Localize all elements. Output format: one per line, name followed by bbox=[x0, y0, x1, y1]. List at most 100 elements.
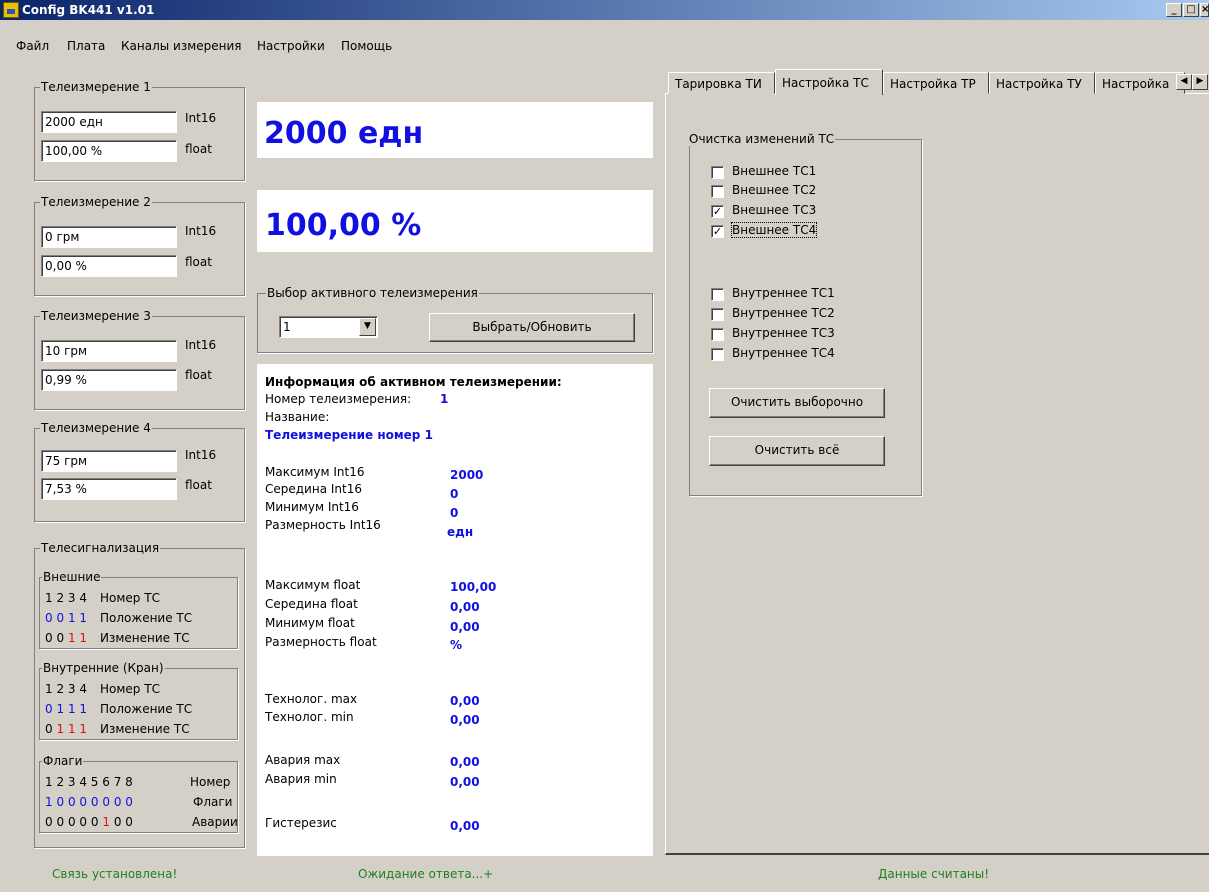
info-panel: Информация об активном телеизмерении: Но… bbox=[257, 364, 653, 856]
ext-ts2-checkbox[interactable] bbox=[711, 185, 724, 198]
select-group: Выбор активного телеизмерения 1 ▼ Выбрат… bbox=[257, 286, 653, 353]
tab-scroll-left-icon[interactable]: ◀ bbox=[1176, 74, 1192, 90]
status-data-read: Данные считаны! bbox=[878, 867, 990, 881]
clear-group-title: Очистка изменений ТС bbox=[688, 132, 836, 146]
tab-nastroyka-tr[interactable]: Настройка ТР bbox=[883, 72, 989, 94]
int-ts1-label: Внутреннее ТС1 bbox=[732, 286, 835, 300]
ext-ts1-label: Внешнее ТС1 bbox=[732, 164, 817, 178]
tm1-int-field[interactable]: 2000 едн bbox=[41, 111, 177, 133]
info-header: Информация об активном телеизмерении: bbox=[265, 375, 562, 389]
info-row-value: 0 bbox=[450, 487, 459, 501]
menu-help[interactable]: Помощь bbox=[341, 39, 392, 53]
status-waiting: Ожидание ответа...+ bbox=[358, 867, 494, 881]
info-row-label: Технолог. max bbox=[265, 692, 358, 706]
ext-ts1-checkbox[interactable] bbox=[711, 166, 724, 179]
info-number: 1 bbox=[440, 392, 449, 406]
info-row-value: 0,00 bbox=[450, 775, 480, 789]
ts-ext-pos-label: Положение ТС bbox=[100, 611, 193, 625]
clear-selective-button[interactable]: Очистить выборочно bbox=[709, 388, 885, 418]
int-ts4-label: Внутреннее ТС4 bbox=[732, 346, 835, 360]
chevron-down-icon[interactable]: ▼ bbox=[359, 318, 376, 336]
ts-ext-num-label: Номер ТС bbox=[100, 591, 160, 605]
flags-label: Флаги bbox=[193, 795, 233, 809]
tab-nastroyka-ts[interactable]: Настройка ТС bbox=[775, 69, 883, 95]
ext-ts2-label: Внешнее ТС2 bbox=[732, 183, 817, 197]
ext-ts4-checkbox[interactable]: ✓ bbox=[711, 225, 724, 238]
int-ts3-label: Внутреннее ТС3 bbox=[732, 326, 835, 340]
int16-label: Int16 bbox=[185, 448, 217, 462]
ts-int-num-label: Номер ТС bbox=[100, 682, 160, 696]
tab-tarirovka-ti[interactable]: Тарировка ТИ bbox=[668, 72, 775, 94]
info-row-value: % bbox=[450, 638, 463, 652]
info-row-label: Середина float bbox=[265, 597, 358, 611]
close-button[interactable]: × bbox=[1200, 3, 1209, 17]
window-title: Config BK441 v1.01 bbox=[22, 3, 155, 17]
tm1-float-field[interactable]: 100,00 % bbox=[41, 140, 177, 162]
ext-ts4-label: Внешнее ТС4 bbox=[730, 222, 818, 238]
tm4-float-field[interactable]: 7,53 % bbox=[41, 478, 177, 500]
menu-file[interactable]: Файл bbox=[16, 39, 49, 53]
ts-ext-chg-label: Изменение ТС bbox=[100, 631, 190, 645]
alarm-values: 0 0 0 0 0 1 0 0 bbox=[45, 815, 133, 829]
info-row-label: Авария max bbox=[265, 753, 341, 767]
tab-nastroyka-more[interactable]: Настройка bbox=[1095, 72, 1185, 94]
ts-ext-group: Внешние 1 2 3 4 Номер ТС 0 0 1 1 Положен… bbox=[39, 570, 238, 649]
flags-num-label: Номер bbox=[190, 775, 231, 789]
ts-int-chg-values: 0 1 1 1 bbox=[45, 722, 88, 736]
int16-label: Int16 bbox=[185, 224, 217, 238]
info-row-value: 100,00 bbox=[450, 580, 497, 594]
info-row-label: Середина Int16 bbox=[265, 482, 362, 496]
info-row-label: Технолог. min bbox=[265, 710, 354, 724]
big-float-display: 100,00 % bbox=[257, 190, 653, 252]
int-ts4-checkbox[interactable] bbox=[711, 348, 724, 361]
tm2-float-field[interactable]: 0,00 % bbox=[41, 255, 177, 277]
int-ts1-checkbox[interactable] bbox=[711, 288, 724, 301]
info-number-label: Номер телеизмерения: bbox=[265, 392, 412, 406]
tm3-int-field[interactable]: 10 грм bbox=[41, 340, 177, 362]
float-label: float bbox=[185, 368, 212, 382]
tm-group-title: Телеизмерение 1 bbox=[40, 80, 152, 94]
tm3-float-field[interactable]: 0,99 % bbox=[41, 369, 177, 391]
ts-flags-group: Флаги 1 2 3 4 5 6 7 8 Номер 1 0 0 0 0 0 … bbox=[39, 754, 238, 833]
int-ts2-label: Внутреннее ТС2 bbox=[732, 306, 835, 320]
info-name: Телеизмерение номер 1 bbox=[265, 428, 433, 442]
ts-int-pos-label: Положение ТС bbox=[100, 702, 193, 716]
menu-channels[interactable]: Каналы измерения bbox=[121, 39, 242, 53]
menu-settings[interactable]: Настройки bbox=[257, 39, 325, 53]
maximize-button[interactable]: □ bbox=[1183, 3, 1199, 17]
info-row-value: 0 bbox=[450, 506, 459, 520]
tm-group-2: Телеизмерение 2 0 грм Int16 0,00 % float bbox=[34, 195, 245, 296]
ts-ext-nums: 1 2 3 4 bbox=[45, 591, 87, 605]
int-ts3-checkbox[interactable] bbox=[711, 328, 724, 341]
tab-scroll-right-icon[interactable]: ▶ bbox=[1192, 74, 1208, 90]
ts-group: Телесигнализация Внешние 1 2 3 4 Номер Т… bbox=[34, 541, 245, 848]
info-row-value: 0,00 bbox=[450, 755, 480, 769]
info-row-label: Размерность float bbox=[265, 635, 377, 649]
float-label: float bbox=[185, 478, 212, 492]
info-row-value: 0,00 bbox=[450, 620, 480, 634]
ts-ext-title: Внешние bbox=[42, 570, 102, 584]
tm-group-4: Телеизмерение 4 75 грм Int16 7,53 % floa… bbox=[34, 421, 245, 522]
tm-group-title: Телеизмерение 3 bbox=[40, 309, 152, 323]
menu-board[interactable]: Плата bbox=[67, 39, 105, 53]
ts-int-group: Внутренние (Кран) 1 2 3 4 Номер ТС 0 1 1… bbox=[39, 661, 238, 740]
clear-all-button[interactable]: Очистить всё bbox=[709, 436, 885, 466]
title-bar: Config BK441 v1.01 _ □ × bbox=[0, 0, 1209, 20]
int-ts2-checkbox[interactable] bbox=[711, 308, 724, 321]
info-row-label: Размерность Int16 bbox=[265, 518, 381, 532]
tm2-int-field[interactable]: 0 грм bbox=[41, 226, 177, 248]
tm4-int-field[interactable]: 75 грм bbox=[41, 450, 177, 472]
ext-ts3-checkbox[interactable]: ✓ bbox=[711, 205, 724, 218]
tab-nastroyka-tu[interactable]: Настройка ТУ bbox=[989, 72, 1095, 94]
tm-select[interactable]: 1 ▼ bbox=[279, 316, 378, 338]
info-row-value: 0,00 bbox=[450, 819, 480, 833]
info-row-label: Авария min bbox=[265, 772, 337, 786]
minimize-button[interactable]: _ bbox=[1166, 3, 1182, 17]
ts-int-nums: 1 2 3 4 bbox=[45, 682, 87, 696]
ts-flags-title: Флаги bbox=[42, 754, 84, 768]
int16-label: Int16 bbox=[185, 338, 217, 352]
app-icon bbox=[3, 2, 19, 18]
clear-group: Очистка изменений ТС Внешнее ТС1 Внешнее… bbox=[688, 132, 922, 496]
info-row-value: 0,00 bbox=[450, 713, 480, 727]
select-refresh-button[interactable]: Выбрать/Обновить bbox=[429, 313, 635, 342]
